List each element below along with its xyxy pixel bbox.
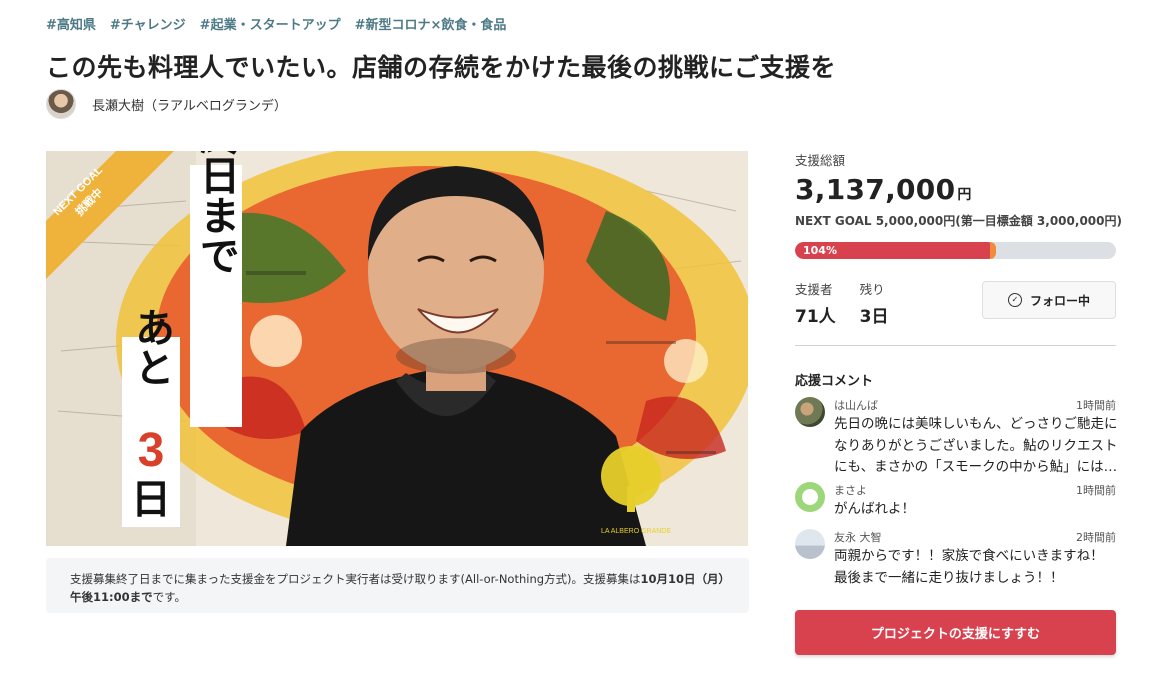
comment-line: 最後まで一緒に走り抜けましょう！！ [834,569,1064,586]
comments-title: 応援コメント [795,374,874,389]
project-title: この先も料理人でいたい。店舗の存続をかけた最後の挑戦にご支援を [46,53,837,82]
comment-line: がんばれよ！ [834,501,915,517]
banner-line1: 最終日まで [193,151,240,275]
notice-text: 支援募集終了日までに集まった支援金をプロジェクト実行者は受け取ります(All-o… [70,572,641,586]
funding-panel: 支援総額 3,137,000 円 NEXT GOAL 5,000,000円(第一… [795,150,1122,335]
comment-item[interactable]: まさよ 1時間前 がんばれよ！ [795,482,1116,522]
owner-avatar [46,89,76,119]
all-or-nothing-notice: 支援募集終了日までに集まった支援金をプロジェクト実行者は受け取ります(All-o… [46,558,749,613]
comment-header: まさよ 1時間前 [834,482,1116,498]
remaining-stat: 残り 3日 [860,279,889,327]
tag-list: #高知県 #チャレンジ #起業・スタートアップ #新型コロナ×飲食・食品 [46,14,506,33]
total-label: 支援総額 [795,153,846,168]
commenter-name[interactable]: 友永 大智 [834,529,882,545]
comment-header: は山んば 1時間前 [834,397,1116,413]
hero-image: LA ALBERO GRANDE NEXT GOAL 挑戦中 最終日まで あと … [46,151,748,546]
owner-name: 長瀬大樹（ラアルベログランデ） [92,98,287,114]
follow-button[interactable]: ✓ フォロー中 [982,281,1116,319]
total-amount-unit: 円 [957,187,972,203]
comment-body: がんばれよ！ [834,499,1116,521]
supporters-label: 支援者 [795,282,833,297]
hero-illustration: LA ALBERO GRANDE NEXT GOAL 挑戦中 最終日まで あと … [46,151,748,546]
commenter-name[interactable]: は山んば [834,397,878,413]
comment-item[interactable]: は山んば 1時間前 先日の晩には美味しいもん、どっさりご馳走に なりありがとうご… [795,397,1116,477]
comment-body: 先日の晩には美味しいもん、どっさりご馳走に なりありがとうございました。鮎のリク… [834,414,1116,479]
comment-time: 2時間前 [1076,531,1116,544]
commenter-name[interactable]: まさよ [834,482,867,498]
banner-number: 3 [138,424,165,477]
commenter-avatar [795,529,825,559]
comment-line: 先日の晩には美味しいもん、どっさりご馳走に [834,416,1116,432]
comment-line: 両親からです！！家族で食べにいきますね！ [834,548,1104,564]
comment-time: 1時間前 [1076,399,1116,412]
tag-kochi[interactable]: #高知県 [46,14,96,33]
comment-line: なりありがとうございました。鮎のリクエスト [834,437,1116,454]
remaining-label: 残り [859,282,885,297]
tag-startup[interactable]: #起業・スタートアップ [200,14,341,33]
commenter-avatar [795,397,825,427]
project-owner[interactable]: 長瀬大樹（ラアルベログランデ） [46,89,287,119]
supporters-value: 71人 [795,307,836,327]
remaining-value: 3日 [859,307,889,327]
comment-header: 友永 大智 2時間前 [834,529,1116,545]
tag-challenge[interactable]: #チャレンジ [110,14,186,33]
stats-row: 支援者 71人 残り 3日 ✓ フォロー中 [795,279,1116,335]
comment-line: にも、まさかの「スモークの中から鮎」には… [834,459,1116,475]
progress-percent: 104% [803,244,837,257]
banner-prefix: あと [128,307,174,387]
follow-label: フォロー中 [1029,293,1090,308]
progress-overflow-tip [990,242,997,259]
total-amount: 3,137,000 円 [795,173,1116,206]
total-amount-value: 3,137,000 [795,173,956,206]
check-circle-icon: ✓ [1007,293,1022,307]
divider [795,345,1116,346]
next-goal-text: NEXT GOAL 5,000,000円(第一目標金額 3,000,000円) [795,214,1122,228]
comment-item[interactable]: 友永 大智 2時間前 両親からです！！家族で食べにいきますね！ 最後まで一緒に走… [795,529,1116,589]
comment-body: 両親からです！！家族で食べにいきますね！ 最後まで一緒に走り抜けましょう！！ [834,546,1116,589]
tag-covid-food[interactable]: #新型コロナ×飲食・食品 [355,14,507,33]
support-project-button[interactable]: プロジェクトの支援にすすむ [795,610,1116,655]
banner-suffix: 日 [131,477,171,523]
commenter-avatar [795,482,825,512]
progress-bar: 104% [795,242,1116,259]
hero-logo-text: LA ALBERO GRANDE [601,528,671,535]
comment-time: 1時間前 [1076,484,1116,497]
supporters-stat: 支援者 71人 [795,279,836,327]
notice-suffix: です。 [152,590,186,604]
